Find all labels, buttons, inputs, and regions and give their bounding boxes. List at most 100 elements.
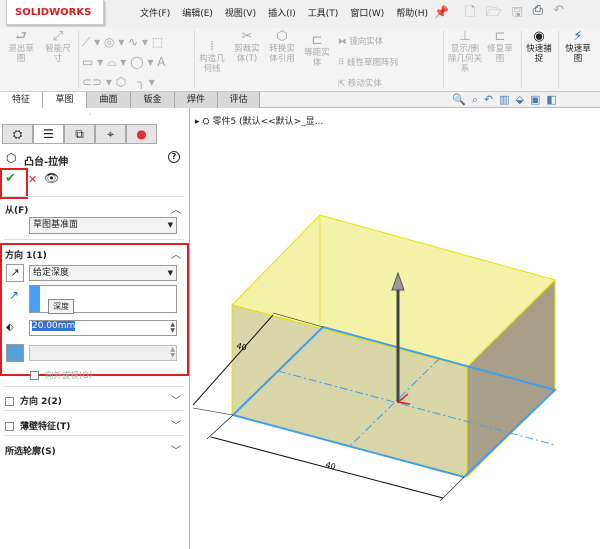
construction-geometry-button[interactable]: ⁞ 构造几何线 [198, 40, 226, 74]
display-style-icon[interactable]: ▣ [530, 93, 540, 107]
label: 显示/删除几何关系 [448, 44, 483, 74]
from-select[interactable]: 草图基准面 ▼ [29, 217, 177, 234]
section-view-icon[interactable]: ▥ [499, 93, 509, 107]
pattern-group: ⧓ 镜向实体 ⠿ 线性草图阵列 ⇱ 移动实体 [338, 32, 398, 95]
pin-icon[interactable]: 📌 [434, 5, 449, 19]
label: 剪裁实体(T) [234, 44, 260, 64]
quick-sketch-button[interactable]: ⚡ 快速草图 [562, 29, 594, 64]
display-manager-tab[interactable]: ● [126, 124, 157, 144]
cancel-button[interactable]: ✕ [28, 173, 37, 186]
menu-view[interactable]: 视图(V) [225, 6, 256, 19]
end-condition-value: 给定深度 [33, 268, 70, 278]
end-condition-select[interactable]: 给定深度 ▼ [29, 265, 177, 281]
label: 移动实体 [347, 79, 382, 89]
depth-tooltip: 深度 [48, 299, 74, 314]
direction2-label: 方向 2(2) [20, 397, 62, 407]
open-icon[interactable]: 🗁 [485, 3, 501, 25]
expand-direction2-icon[interactable]: ﹀ [171, 392, 181, 407]
menu-bar: 文件(F) 编辑(E) 视图(V) 插入(I) 工具(T) 窗口(W) 帮助(H… [140, 0, 428, 25]
draft-angle-input[interactable]: ▲ ▼ [29, 345, 177, 361]
label: 修复草图 [487, 44, 513, 64]
property-manager: ◦ ⛭ ☰ ⧉ ⌖ ● ⬡ 凸台-拉伸 ? ✔ ✕ 👁 从(F) ︿ 草图基准面… [0, 108, 190, 549]
menu-tools[interactable]: 工具(T) [308, 6, 339, 19]
expand-contours-icon[interactable]: ﹀ [171, 442, 181, 457]
smart-dimension-button[interactable]: ⤢ 智能尺寸 [42, 29, 74, 64]
menu-help[interactable]: 帮助(H) [396, 6, 428, 19]
feature-tree-tab[interactable]: ⛭ [2, 124, 33, 144]
label: 等距实体 [304, 48, 330, 68]
exit-sketch-icon: ⮐ [15, 29, 27, 44]
title-bar: SOLIDWORKS 文件(F) 编辑(E) 视图(V) 插入(I) 工具(T)… [0, 0, 600, 28]
label: 退出草图 [8, 44, 34, 64]
tab-sheet-metal[interactable]: 钣金 [131, 92, 175, 108]
configuration-tab[interactable]: ⧉ [64, 124, 95, 144]
linear-pattern-button[interactable]: ⠿ 线性草图阵列 [338, 53, 398, 74]
sketch-ribbon: ⮐ 退出草图 ⤢ 智能尺寸 ⟋ ▾ ◎ ▾ ∿ ▾ ⬚ ▭ ▾ ⌓ ▾ ◯ ▾ A ⊂⊃… [0, 28, 600, 92]
help-button[interactable]: ? [168, 151, 180, 163]
tab-sketch[interactable]: 草图 [43, 92, 87, 108]
extrude-icon: ⬡ [6, 151, 17, 165]
feature-title: 凸台-拉伸 [24, 157, 69, 168]
collapse-from-icon[interactable]: ︿ [171, 201, 181, 216]
from-section-label: 从(F) [5, 206, 29, 216]
menu-file[interactable]: 文件(F) [140, 6, 170, 19]
reverse-direction-button[interactable]: ↗ [6, 264, 24, 282]
show-relations-button[interactable]: ⊥ 显示/删除几何关系 [448, 30, 483, 74]
draft-outward-label: 向外拔模(O) [45, 371, 93, 381]
depth-input[interactable]: 20.00mm ▲ ▼ [29, 320, 177, 336]
hide-show-icon[interactable]: ◧ [546, 93, 556, 107]
dimxpert-tab[interactable]: ⌖ [95, 124, 126, 144]
dimension-icon: ⤢ [52, 29, 64, 44]
new-icon[interactable]: 🗋 [465, 3, 475, 25]
menu-insert[interactable]: 插入(I) [268, 6, 296, 19]
repair-sketch-button[interactable]: ⊏ 修复草图 [486, 30, 514, 64]
convert-entities-button[interactable]: ⬡ 转换实体引用 [266, 29, 298, 64]
direction1-label: 方向 1(1) [5, 251, 47, 261]
splitter-handle[interactable]: ◦ [88, 111, 92, 119]
thin-feature-checkbox[interactable]: 薄壁特征(T) [5, 419, 70, 432]
expand-thin-icon[interactable]: ﹀ [171, 417, 181, 432]
convert-icon: ⬡ [276, 29, 288, 44]
tab-surfaces[interactable]: 曲面 [87, 92, 131, 108]
zoom-area-icon[interactable]: ⌕ [472, 93, 478, 107]
from-value: 草图基准面 [33, 220, 79, 230]
trim-button[interactable]: ✂ 剪裁实体(T) [232, 29, 262, 64]
draft-outward-checkbox[interactable]: 向外拔模(O) [30, 369, 92, 381]
tab-evaluate[interactable]: 评估 [218, 92, 260, 108]
save-icon[interactable]: 🖫 [512, 3, 523, 25]
draft-toggle-button[interactable] [6, 344, 24, 362]
offset-icon: ⊏ [311, 33, 323, 48]
sketch-tools-group[interactable]: ⟋ ▾ ◎ ▾ ∿ ▾ ⬚ ▭ ▾ ⌓ ▾ ◯ ▾ A ⊂⊃ ▾ ⬡ ╮ ▾ [82, 32, 192, 92]
model-viewport: 40 40 [192, 214, 557, 502]
label: 智能尺寸 [45, 44, 71, 64]
offset-button[interactable]: ⊏ 等距实体 [302, 33, 332, 68]
menu-edit[interactable]: 编辑(E) [182, 6, 213, 19]
mirror-button[interactable]: ⧓ 镜向实体 [338, 32, 398, 53]
tab-weldments[interactable]: 焊件 [175, 92, 218, 108]
depth-spinner[interactable]: ▲ ▼ [170, 322, 175, 334]
thin-feature-label: 薄壁特征(T) [20, 422, 71, 432]
collapse-direction1-icon[interactable]: ︿ [171, 246, 181, 261]
zoom-fit-icon[interactable]: 🔍 [452, 93, 466, 107]
label: 构造几何线 [199, 54, 225, 74]
trim-icon: ✂ [241, 29, 253, 44]
view-orientation-icon[interactable]: ⬙ [516, 93, 524, 107]
graphics-area[interactable]: ▸ ⛭ 零件5 (默认<<默认>_显... 40 40 [191, 108, 600, 549]
quick-sketch-icon: ⚡ [573, 29, 583, 44]
solidworks-logo[interactable]: SOLIDWORKS [6, 0, 104, 25]
logo-text: SOLIDWORKS [15, 7, 92, 18]
preview-eye-icon[interactable]: 👁 [44, 171, 59, 185]
quick-snap-button[interactable]: ◉ 快速捕捉 [525, 30, 553, 64]
exit-sketch-button[interactable]: ⮐ 退出草图 [6, 29, 36, 64]
ok-button[interactable]: ✔ [5, 171, 16, 186]
menu-window[interactable]: 窗口(W) [350, 6, 384, 19]
label: 快速草图 [565, 44, 591, 64]
print-icon[interactable]: ⎙ [533, 3, 543, 25]
previous-view-icon[interactable]: ↶ [484, 93, 493, 107]
property-manager-tab[interactable]: ☰ [33, 124, 64, 144]
direction2-checkbox[interactable]: 方向 2(2) [5, 394, 62, 407]
direction-vector-icon: ↗ [9, 288, 20, 302]
undo-icon[interactable]: ↶ [553, 3, 564, 25]
selected-contours-label[interactable]: 所选轮廓(S) [5, 444, 56, 457]
tab-features[interactable]: 特征 [0, 92, 43, 108]
